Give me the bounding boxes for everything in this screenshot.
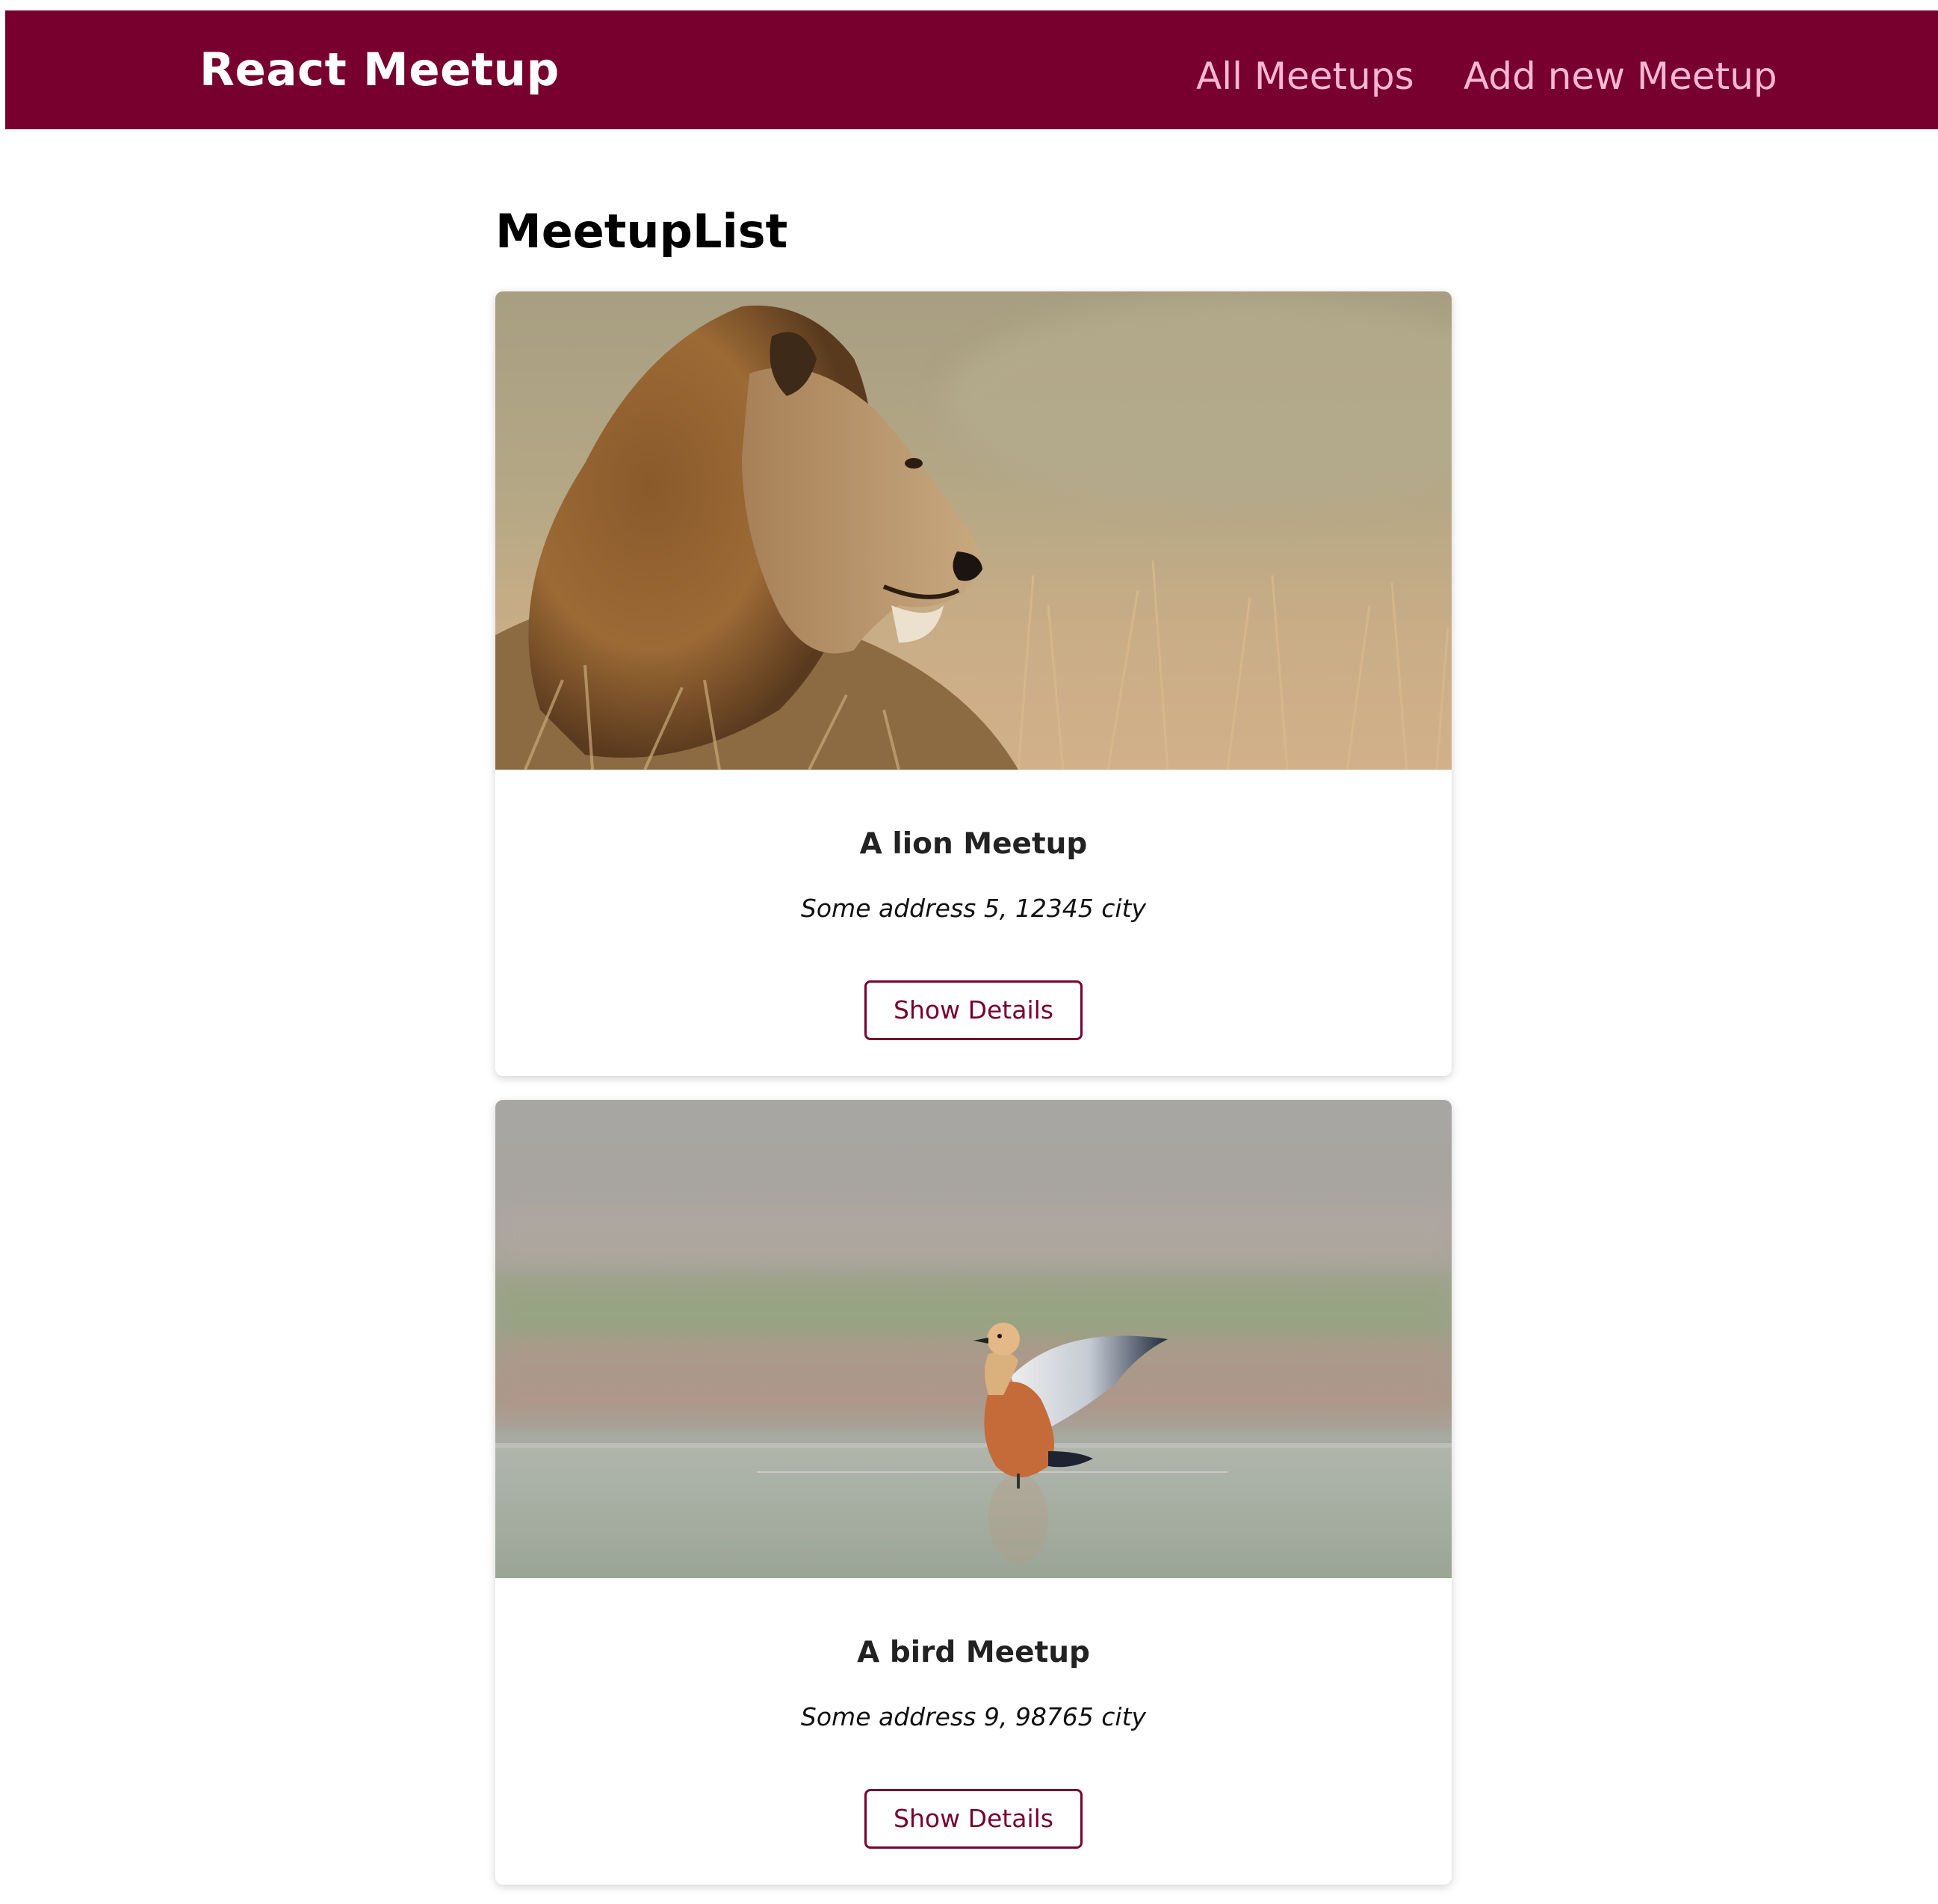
lion-photo-image [495,291,1452,770]
main-header: React Meetup All Meetups Add new Meetup [5,10,1938,129]
lion-photo-icon [495,291,1452,770]
meetup-card: A lion Meetup Some address 5, 12345 city… [495,291,1452,1076]
bird-photo-icon [495,1100,1452,1578]
meetup-address: Some address 9, 98765 city [800,1702,1147,1731]
nav-link-all-meetups[interactable]: All Meetups [1196,54,1414,99]
meetup-address: Some address 5, 12345 city [800,894,1147,923]
show-details-button[interactable]: Show Details [864,980,1083,1040]
page-title: MeetupList [495,204,788,259]
meetup-card: A bird Meetup Some address 9, 98765 city… [495,1100,1452,1885]
nav-link-add-meetup[interactable]: Add new Meetup [1464,54,1777,99]
app-logo[interactable]: React Meetup [199,43,560,97]
show-details-button[interactable]: Show Details [864,1789,1083,1849]
bird-photo-image [495,1100,1452,1578]
meetup-title: A bird Meetup [857,1636,1090,1669]
meetup-title: A lion Meetup [859,827,1088,861]
